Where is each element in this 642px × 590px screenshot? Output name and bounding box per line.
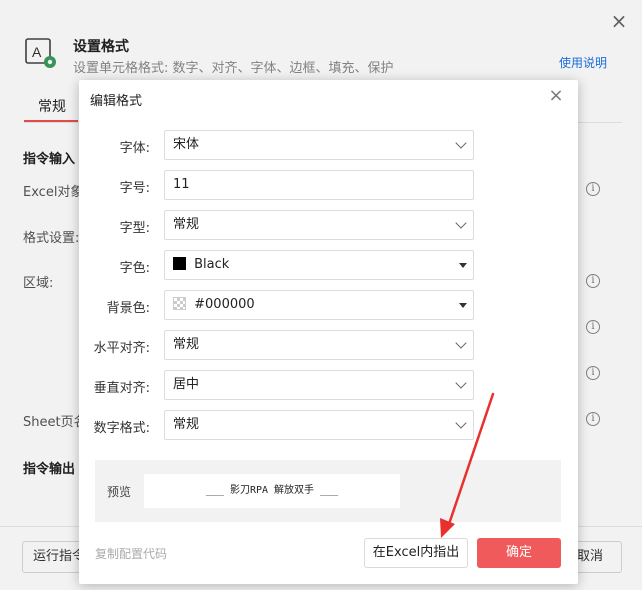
background-color-picker[interactable]: #000000 — [164, 290, 474, 320]
font-value: 宋体 — [173, 137, 200, 152]
caret-down-icon — [459, 303, 467, 308]
valign-label: 垂直对齐: — [93, 381, 150, 396]
row-numfmt: 数字格式: 常规 — [79, 410, 578, 440]
chevron-down-icon — [455, 337, 467, 349]
row-valign: 垂直对齐: 居中 — [79, 370, 578, 400]
preview-label: 预览 — [107, 485, 132, 499]
size-label: 字号: — [119, 181, 150, 196]
transparent-swatch — [173, 297, 186, 310]
halign-value: 常规 — [173, 337, 200, 352]
style-value: 常规 — [173, 217, 200, 232]
color-value: Black — [194, 257, 230, 272]
style-select[interactable]: 常规 — [164, 210, 474, 240]
bgcolor-label: 背景色: — [106, 301, 150, 316]
row-bgcolor: 背景色: #000000 — [79, 290, 578, 320]
color-label: 字色: — [119, 261, 150, 276]
number-format-select[interactable]: 常规 — [164, 410, 474, 440]
row-halign: 水平对齐: 常规 — [79, 330, 578, 360]
modal-title: 编辑格式 — [90, 94, 143, 109]
numfmt-label: 数字格式: — [93, 421, 150, 436]
font-select[interactable]: 宋体 — [164, 130, 474, 160]
chevron-down-icon — [455, 377, 467, 389]
vertical-align-select[interactable]: 居中 — [164, 370, 474, 400]
edit-format-modal: 编辑格式 × 字体: 宋体 字号: 11 字型: 常规 字色: Black 背景… — [79, 80, 578, 584]
preview-panel: 预览 ___ 影刀RPA 解放双手 ___ — [95, 460, 561, 522]
valign-value: 居中 — [173, 377, 200, 392]
chevron-down-icon — [455, 217, 467, 229]
font-label: 字体: — [119, 141, 150, 156]
row-font: 字体: 宋体 — [79, 130, 578, 160]
bgcolor-value: #000000 — [194, 297, 255, 312]
color-swatch — [173, 257, 186, 270]
chevron-down-icon — [455, 417, 467, 429]
font-color-picker[interactable]: Black — [164, 250, 474, 280]
locate-in-excel-button[interactable]: 在Excel内指出 — [364, 538, 468, 568]
close-icon[interactable]: × — [548, 87, 564, 105]
numfmt-value: 常规 — [173, 417, 200, 432]
copy-config-link[interactable]: 复制配置代码 — [95, 545, 167, 562]
row-color: 字色: Black — [79, 250, 578, 280]
size-value: 11 — [173, 177, 190, 192]
preview-sample: ___ 影刀RPA 解放双手 ___ — [144, 474, 400, 508]
style-label: 字型: — [119, 221, 150, 236]
caret-down-icon — [459, 263, 467, 268]
size-input[interactable]: 11 — [164, 170, 474, 200]
row-style: 字型: 常规 — [79, 210, 578, 240]
row-size: 字号: 11 — [79, 170, 578, 200]
horizontal-align-select[interactable]: 常规 — [164, 330, 474, 360]
confirm-button[interactable]: 确定 — [477, 538, 561, 568]
halign-label: 水平对齐: — [93, 341, 150, 356]
chevron-down-icon — [455, 137, 467, 149]
